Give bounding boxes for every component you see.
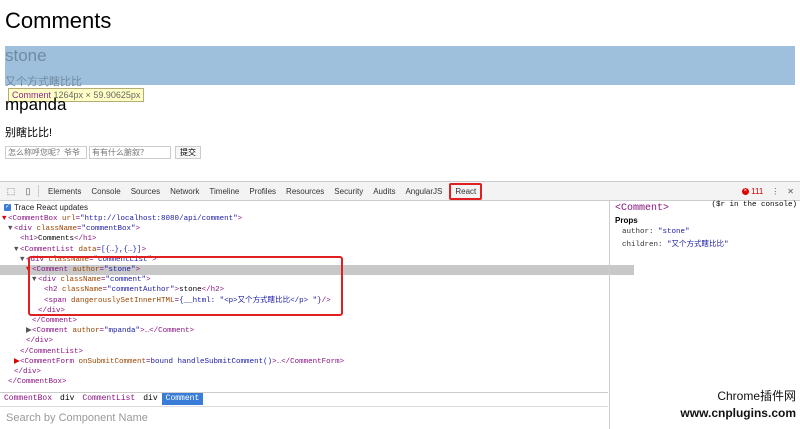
tab-network[interactable]: Network — [165, 187, 204, 196]
tree-token: url — [62, 215, 76, 223]
tab-elements[interactable]: Elements — [43, 187, 86, 196]
app-page: Comments stone 又个方式瞎比比 Comment 1264px × … — [0, 0, 800, 181]
tree-token: <Comment — [32, 327, 73, 336]
prop-key: author: — [622, 228, 654, 236]
props-heading: Props — [615, 216, 638, 225]
tree-token: "http://localhost:8080/api/comment" — [80, 215, 238, 223]
tree-node[interactable]: <h1>Comments</h1> — [0, 234, 622, 244]
tree-token: bound handleSubmitComment() — [150, 357, 273, 366]
tree-token: <CommentForm — [20, 357, 79, 366]
inspect-highlight-overlay — [5, 46, 795, 85]
prop-key: children: — [622, 241, 663, 249]
tree-token: "mpanda" — [104, 327, 141, 336]
tree-token: "commentBox" — [81, 225, 136, 234]
tree-node[interactable]: </div> — [0, 336, 628, 346]
highlight-annotation-box — [28, 256, 343, 316]
tree-node[interactable]: ▼<div className="commentBox"> — [0, 224, 616, 234]
comment-text: 别瞎比比! — [5, 127, 53, 139]
tree-token: </CommentList> — [20, 347, 84, 356]
error-count: 111 — [751, 186, 764, 196]
watermark-line1: Chrome插件网 — [717, 389, 796, 403]
prop-row[interactable]: children: "又个方式瞎比比" — [622, 238, 729, 249]
prop-value: "stone" — [658, 228, 690, 236]
tab-sources[interactable]: Sources — [126, 187, 165, 196]
tree-token: author — [72, 327, 100, 336]
text-input[interactable] — [89, 146, 171, 159]
tree-node[interactable]: </Comment> — [0, 316, 634, 326]
tree-node[interactable]: ▶<Comment author="mpanda">…</Comment> — [0, 326, 634, 336]
tab-angularjs[interactable]: AngularJS — [400, 187, 447, 196]
trace-updates-bar: ✓ Trace React updates — [0, 201, 612, 213]
breadcrumb-item[interactable]: CommentBox — [0, 393, 56, 405]
tree-token: <CommentList — [20, 245, 79, 254]
tab-timeline[interactable]: Timeline — [204, 187, 244, 196]
tree-node[interactable]: </div> — [0, 367, 616, 377]
tree-token: > — [237, 215, 243, 223]
comment-form: 提交 — [5, 146, 201, 159]
tabbar-right-controls: × 111 ⋮ ✕ — [741, 182, 794, 200]
breadcrumb-item[interactable]: div — [139, 393, 161, 405]
page-title: Comments — [5, 8, 112, 33]
comment-author: mpanda — [5, 95, 67, 114]
trace-updates-label: Trace React updates — [14, 202, 88, 212]
trace-updates-checkbox[interactable]: ✓ — [4, 203, 11, 211]
tree-token: <h1> — [20, 235, 39, 244]
breadcrumb-item[interactable]: div — [56, 393, 78, 405]
watermark: Chrome插件网 www.cnplugins.com — [680, 388, 796, 422]
tree-token: >…</CommentForm> — [272, 357, 345, 366]
tab-audits[interactable]: Audits — [368, 187, 400, 196]
tab-security[interactable]: Security — [329, 187, 368, 196]
tree-node[interactable]: </CommentList> — [0, 347, 622, 357]
tree-token: Comments — [38, 235, 75, 244]
tree-token: className — [36, 225, 78, 234]
prop-row[interactable]: author: "stone" — [622, 228, 690, 236]
comment-author: stone — [5, 46, 47, 65]
tree-token: [{…},{…}] — [101, 245, 142, 254]
console-hint: ($r in the console) — [711, 201, 797, 209]
device-mode-icon[interactable]: ▯ — [22, 185, 34, 197]
tree-node[interactable]: ▼<CommentBox url="http://localhost:8080/… — [0, 214, 610, 224]
devtools-tabbar: ⬚ ▯ Elements Console Sources Network Tim… — [0, 182, 800, 201]
close-icon[interactable]: ✕ — [787, 187, 794, 196]
tree-node[interactable]: </CommentBox> — [0, 377, 610, 387]
comment-text: 又个方式瞎比比 — [5, 76, 82, 88]
tree-token: > — [135, 225, 141, 234]
tree-token: </CommentBox> — [8, 378, 67, 387]
tree-token: <div — [14, 225, 37, 234]
selected-component-title: <Comment> — [615, 203, 670, 214]
tree-token: > — [141, 245, 147, 254]
tab-resources[interactable]: Resources — [281, 187, 329, 196]
tree-node[interactable]: ▶<CommentForm onSubmitComment=bound hand… — [0, 357, 622, 367]
tooltip-dimensions: 1264px × 59.90625px — [53, 90, 141, 100]
tree-token: <CommentBox — [8, 215, 63, 223]
search-input[interactable]: Search by Component Name — [0, 406, 608, 428]
error-counter[interactable]: × 111 — [741, 186, 764, 196]
tree-token: </h1> — [74, 235, 97, 244]
tab-react[interactable]: React — [449, 182, 483, 200]
watermark-line2: www.cnplugins.com — [680, 406, 796, 420]
tab-profiles[interactable]: Profiles — [244, 187, 281, 196]
author-input[interactable] — [5, 146, 87, 159]
breadcrumb-item[interactable]: CommentList — [78, 393, 139, 405]
tree-token: >…</Comment> — [140, 327, 195, 336]
tree-token: onSubmitComment — [78, 357, 147, 366]
breadcrumb-item[interactable]: Comment — [161, 393, 204, 405]
tree-node[interactable]: ▼<CommentList data=[{…},{…}]> — [0, 245, 622, 255]
tree-token: </Comment> — [32, 317, 78, 325]
more-menu-icon[interactable]: ⋮ — [771, 187, 779, 196]
tree-token: </div> — [14, 368, 42, 376]
tree-token: data — [78, 245, 97, 254]
inspect-element-icon[interactable]: ⬚ — [5, 185, 17, 197]
prop-value: "又个方式瞎比比" — [667, 241, 729, 249]
error-icon: × — [741, 187, 749, 195]
tree-token: </div> — [26, 337, 54, 346]
submit-button[interactable]: 提交 — [175, 146, 201, 159]
tabbar-divider — [38, 185, 39, 197]
breadcrumb: CommentBox div CommentList div Comment — [0, 392, 608, 405]
tab-console[interactable]: Console — [86, 187, 125, 196]
